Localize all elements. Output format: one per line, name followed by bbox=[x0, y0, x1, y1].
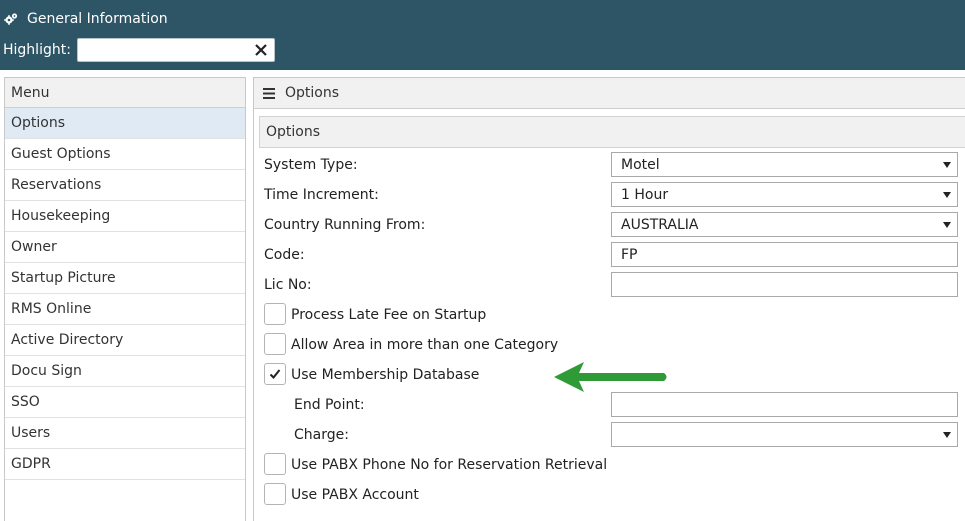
country-value: AUSTRALIA bbox=[621, 217, 699, 233]
use-pabx-account-checkbox[interactable] bbox=[264, 483, 286, 505]
sidebar-item-users[interactable]: Users bbox=[5, 418, 245, 449]
code-label: Code: bbox=[264, 247, 305, 263]
panel-title: Options bbox=[285, 85, 340, 101]
highlight-field[interactable] bbox=[77, 38, 275, 62]
use-membership-checkbox[interactable] bbox=[264, 363, 286, 385]
sidebar-item-gdpr[interactable]: GDPR bbox=[5, 449, 245, 480]
lic-no-label: Lic No: bbox=[264, 277, 312, 293]
panel-header: Options bbox=[254, 78, 965, 109]
use-membership-label: Use Membership Database bbox=[291, 367, 480, 383]
close-icon[interactable] bbox=[254, 43, 268, 57]
sidebar-item-sso[interactable]: SSO bbox=[5, 387, 245, 418]
sidebar-item-startup-picture[interactable]: Startup Picture bbox=[5, 263, 245, 294]
highlight-label: Highlight: bbox=[3, 42, 71, 58]
use-pabx-phone-label: Use PABX Phone No for Reservation Retrie… bbox=[291, 457, 608, 473]
sidebar-item-options[interactable]: Options bbox=[5, 108, 245, 139]
lic-no-field[interactable] bbox=[611, 272, 958, 297]
process-late-fee-label: Process Late Fee on Startup bbox=[291, 307, 487, 323]
time-increment-label: Time Increment: bbox=[264, 187, 379, 203]
sidebar-item-reservations[interactable]: Reservations bbox=[5, 170, 245, 201]
options-panel: Options Options bbox=[253, 77, 965, 521]
allow-area-label: Allow Area in more than one Category bbox=[291, 337, 559, 353]
sidebar-item-guest-options[interactable]: Guest Options bbox=[5, 139, 245, 170]
time-increment-value: 1 Hour bbox=[621, 187, 669, 203]
allow-area-checkbox[interactable] bbox=[264, 333, 286, 355]
highlight-input[interactable] bbox=[82, 40, 256, 62]
end-point-label: End Point: bbox=[294, 397, 365, 413]
hamburger-menu-icon[interactable] bbox=[263, 88, 275, 99]
sidebar-item-docu-sign[interactable]: Docu Sign bbox=[5, 356, 245, 387]
code-field[interactable]: FP bbox=[611, 242, 958, 267]
green-arrow-left-icon bbox=[554, 362, 667, 392]
gears-icon bbox=[4, 13, 18, 25]
page-title: General Information bbox=[27, 11, 168, 27]
system-type-label: System Type: bbox=[264, 157, 358, 173]
sidebar-item-housekeeping[interactable]: Housekeeping bbox=[5, 201, 245, 232]
system-type-select[interactable]: Motel bbox=[611, 152, 958, 177]
charge-label: Charge: bbox=[294, 427, 349, 443]
app-header: General Information Highlight: bbox=[0, 0, 965, 70]
section-header: Options bbox=[259, 116, 965, 148]
window-title-bar: General Information bbox=[4, 10, 168, 28]
time-increment-select[interactable]: 1 Hour bbox=[611, 182, 958, 207]
sidebar-item-active-directory[interactable]: Active Directory bbox=[5, 325, 245, 356]
end-point-field[interactable] bbox=[611, 392, 958, 417]
sidebar-item-rms-online[interactable]: RMS Online bbox=[5, 294, 245, 325]
system-type-value: Motel bbox=[621, 157, 660, 173]
sidebar-menu: Menu Options Guest Options Reservations … bbox=[4, 77, 246, 521]
code-value: FP bbox=[621, 247, 638, 263]
sidebar-item-owner[interactable]: Owner bbox=[5, 232, 245, 263]
country-select[interactable]: AUSTRALIA bbox=[611, 212, 958, 237]
country-label: Country Running From: bbox=[264, 217, 426, 233]
menu-heading: Menu bbox=[5, 78, 245, 108]
checkmark-icon bbox=[269, 369, 281, 379]
process-late-fee-checkbox[interactable] bbox=[264, 303, 286, 325]
use-pabx-phone-checkbox[interactable] bbox=[264, 453, 286, 475]
charge-select[interactable] bbox=[611, 422, 958, 447]
use-pabx-account-label: Use PABX Account bbox=[291, 487, 419, 503]
